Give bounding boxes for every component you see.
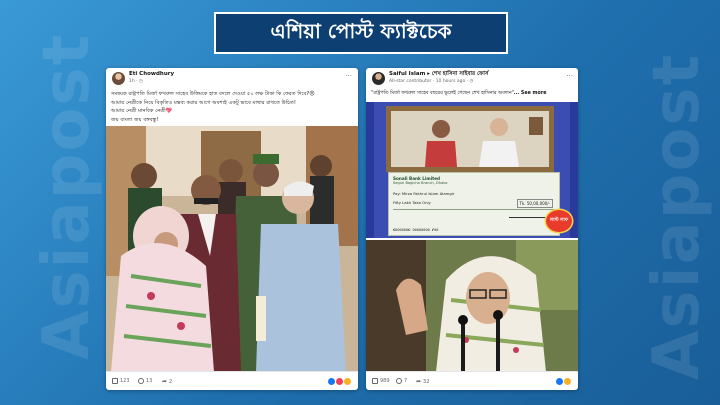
post-meta: All-star contributor · 10 hours ago · ◷ [389,79,474,84]
group-name[interactable]: শেখ হাসিনা সাইবার ফোর্স [432,71,489,77]
post-photo-speaker[interactable] [366,240,578,372]
share-count: 32 [423,378,430,385]
caption-line: সমন্বয়ক রাষ্ট্রপতি মির্জা ফখরুল সাহেব উ… [111,91,315,97]
avatar[interactable] [112,72,125,85]
banner-title: এশিয়া পোস্ট ফ্যাক্টচেক [270,18,452,43]
share-button[interactable]: ➦ 2 [162,378,172,385]
cheque-amount: Tk. 50,00,000/- [516,199,553,208]
thumbs-up-icon [112,378,118,384]
cheque-payee: Pay: Mirza Fakhrul Islam Alamgir [393,191,455,196]
haha-reaction-icon [563,377,572,386]
author-name-text[interactable]: Saiful Islam [389,71,425,77]
comment-icon [138,378,144,384]
watermark-left: Asiapost [30,32,104,360]
comment-count: 13 [146,378,153,384]
post-caption: "রাষ্ট্রপতি মির্জা ফখরুল সাহেব বছরের ভুল… [366,90,578,99]
cheque-signature-line [509,217,549,218]
share-button[interactable]: ➦ 32 [416,378,429,385]
post-meta: 1h · ◷ [129,79,143,84]
more-options-icon[interactable]: ··· [566,72,573,80]
comment-icon [396,378,402,384]
photo-couple [391,111,549,167]
author-name[interactable]: Saiful Islam ▸ শেখ হাসিনা সাইবার ফোর্স [389,71,488,79]
photo-frame-inner [391,111,549,167]
photo-meeting-scene [106,126,358,372]
caption-line: জয় বাংলা জয় বঙ্গবন্ধু! [111,116,159,123]
facebook-post-left[interactable]: Eti Chowdhury 1h · ◷ ··· সমন্বয়ক রাষ্ট্… [106,68,358,390]
reactions-summary[interactable] [555,377,572,386]
comment-button[interactable]: 7 [396,378,407,384]
like-count: 989 [380,378,390,384]
like-count: 123 [120,378,130,384]
more-options-icon[interactable]: ··· [345,72,352,80]
banner: এশিয়া পোস্ট ফ্যাক্টচেক [214,12,508,54]
canvas: Asiapost Asiapost এশিয়া পোস্ট ফ্যাক্টচে… [0,0,720,405]
share-icon: ➦ [162,378,168,385]
reactions-summary[interactable] [327,377,352,386]
watermark-right: Asiapost [640,52,714,380]
share-icon: ➦ [416,378,422,385]
facebook-post-right[interactable]: Saiful Islam ▸ শেখ হাসিনা সাইবার ফোর্স A… [366,68,578,390]
comment-count: 7 [404,378,408,384]
post-caption: সমন্বয়ক রাষ্ট্রপতি মির্জা ফখরুল সাহেব উ… [106,90,358,124]
comment-button[interactable]: 13 [138,378,152,384]
cheque-line [393,209,555,210]
caption-text: "রাষ্ট্রপতি মির্জা ফখরুল সাহেব বছরের ভুল… [371,91,514,96]
see-more-link[interactable]: ... See more [514,91,547,96]
sticker-text: লাস্ট লাফ [549,218,569,223]
cheque-micr: ⑆000000⑆ 00000000 ⑈00 [393,228,439,232]
caption-line: আমার নেত্রীকে নিয়ে বিকৃতিও মন্তব্য করার… [111,99,296,106]
avatar[interactable] [372,72,385,85]
cheque-amount-words: Fifty Lakh Taka Only [393,200,431,205]
caption-line: আমার নেত্রী মানবিক নেত্রী💖 [111,108,173,114]
cheque: Sonali Bank Limited Segun Bagicha Branch… [388,172,560,236]
like-button[interactable]: 989 [372,378,390,384]
photo-speaker [366,240,578,372]
sticker-badge: লাস্ট লাফ [544,210,574,232]
haha-reaction-icon [343,377,352,386]
share-count: 2 [169,378,173,385]
author-name[interactable]: Eti Chowdhury [129,71,174,77]
post-footer: 989 7 ➦ 32 [366,371,578,390]
post-header: Saiful Islam ▸ শেখ হাসিনা সাইবার ফোর্স A… [366,68,578,90]
cheque-branch: Segun Bagicha Branch, Dhaka [393,181,448,185]
post-header: Eti Chowdhury 1h · ◷ ··· [106,68,358,90]
photo-frame [386,106,554,172]
post-photo-cheque[interactable]: Sonali Bank Limited Segun Bagicha Branch… [366,102,578,238]
post-footer: 123 13 ➦ 2 [106,371,358,390]
thumbs-up-icon [372,378,378,384]
like-button[interactable]: 123 [112,378,130,384]
post-photo[interactable] [106,126,358,372]
